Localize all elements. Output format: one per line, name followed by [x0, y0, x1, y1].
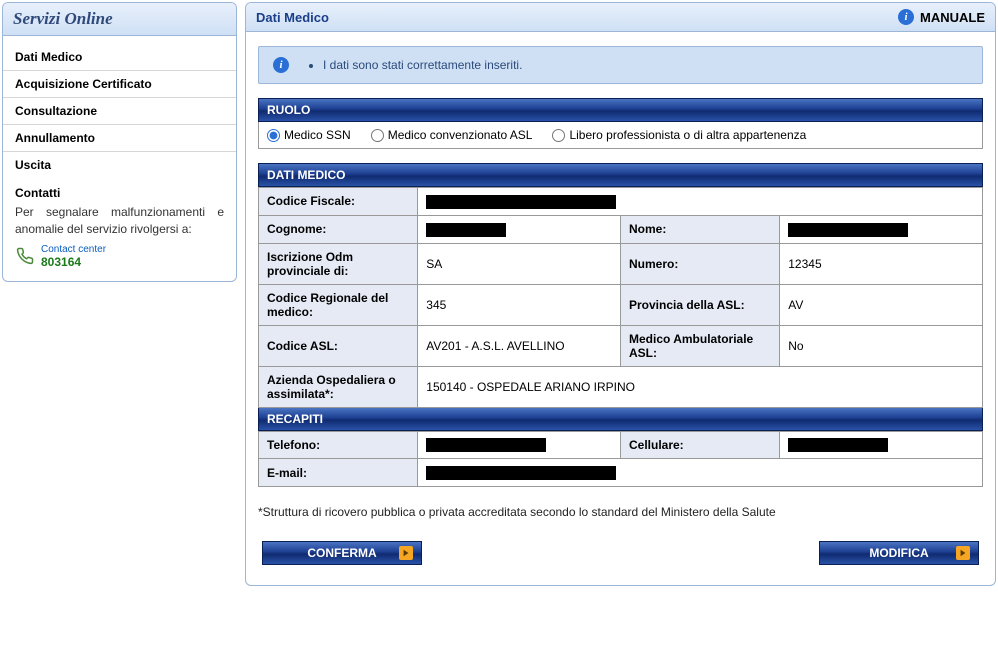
value-email	[418, 459, 983, 487]
contact-line: Contact center 803164	[15, 244, 224, 269]
main-panel: Dati Medico i MANUALE i I dati sono stat…	[245, 2, 996, 586]
row-email: E-mail:	[259, 459, 983, 487]
label-telefono: Telefono:	[259, 431, 418, 459]
ruolo-options: Medico SSN Medico convenzionato ASL Libe…	[258, 122, 983, 149]
row-codice-asl-medico-amb: Codice ASL: AV201 - A.S.L. AVELLINO Medi…	[259, 325, 983, 366]
phone-icon	[15, 245, 35, 267]
ruolo-label-ssn: Medico SSN	[284, 128, 351, 142]
contatti-text: Per segnalare malfunzionamenti e anomali…	[15, 204, 224, 238]
sidebar-item-dati-medico[interactable]: Dati Medico	[3, 44, 236, 71]
ruolo-radio-ssn[interactable]	[267, 129, 280, 142]
sidebar-item-annullamento[interactable]: Annullamento	[3, 125, 236, 152]
info-icon: i	[898, 9, 914, 25]
info-banner-icon: i	[273, 57, 289, 73]
label-provincia-asl: Provincia della ASL:	[620, 284, 779, 325]
row-codice-regionale-provincia: Codice Regionale del medico: 345 Provinc…	[259, 284, 983, 325]
section-dati-medico-header: DATI MEDICO	[258, 163, 983, 187]
redacted-block	[788, 223, 908, 237]
manual-label: MANUALE	[920, 10, 985, 25]
redacted-block	[788, 438, 888, 452]
sidebar-title: Servizi Online	[3, 3, 236, 36]
label-azienda-osp: Azienda Ospedaliera o assimilata*:	[259, 366, 418, 407]
section-ruolo-header: RUOLO	[258, 98, 983, 122]
contatti-heading: Contatti	[15, 186, 224, 200]
ruolo-option-libero[interactable]: Libero professionista o di altra apparte…	[552, 128, 806, 142]
ruolo-label-libero: Libero professionista o di altra apparte…	[569, 128, 806, 142]
label-nome: Nome:	[620, 215, 779, 243]
modifica-label: MODIFICA	[869, 546, 928, 560]
redacted-block	[426, 195, 616, 209]
sidebar-item-uscita[interactable]: Uscita	[3, 152, 236, 178]
row-codice-fiscale: Codice Fiscale:	[259, 188, 983, 216]
row-cognome-nome: Cognome: Nome:	[259, 215, 983, 243]
label-codice-fiscale: Codice Fiscale:	[259, 188, 418, 216]
main-header: Dati Medico i MANUALE	[246, 3, 995, 32]
info-banner: i I dati sono stati correttamente inseri…	[258, 46, 983, 84]
label-iscrizione-odm: Iscrizione Odm provinciale di:	[259, 243, 418, 284]
row-iscrizione-numero: Iscrizione Odm provinciale di: SA Numero…	[259, 243, 983, 284]
ruolo-label-conv: Medico convenzionato ASL	[388, 128, 533, 142]
contact-center-number: 803164	[41, 255, 106, 269]
footnote: *Struttura di ricovero pubblica o privat…	[258, 505, 983, 519]
value-azienda-osp: 150140 - OSPEDALE ARIANO IRPINO	[418, 366, 983, 407]
dati-medico-table: Codice Fiscale: Cognome: Nome: Iscrizion…	[258, 187, 983, 408]
button-row: CONFERMA MODIFICA	[258, 541, 983, 565]
label-medico-amb: Medico Ambulatoriale ASL:	[620, 325, 779, 366]
value-provincia-asl: AV	[780, 284, 983, 325]
value-medico-amb: No	[780, 325, 983, 366]
sidebar-item-acquisizione[interactable]: Acquisizione Certificato	[3, 71, 236, 98]
label-email: E-mail:	[259, 459, 418, 487]
label-codice-asl: Codice ASL:	[259, 325, 418, 366]
redacted-block	[426, 466, 616, 480]
label-cellulare: Cellulare:	[620, 431, 779, 459]
section-recapiti-header: RECAPITI	[258, 408, 983, 431]
modifica-button[interactable]: MODIFICA	[819, 541, 979, 565]
row-azienda-osp: Azienda Ospedaliera o assimilata*: 15014…	[259, 366, 983, 407]
value-codice-asl: AV201 - A.S.L. AVELLINO	[418, 325, 621, 366]
value-numero: 12345	[780, 243, 983, 284]
conferma-button[interactable]: CONFERMA	[262, 541, 422, 565]
page-title: Dati Medico	[256, 10, 329, 25]
label-cognome: Cognome:	[259, 215, 418, 243]
contact-center-label: Contact center	[41, 244, 106, 255]
value-codice-fiscale	[418, 188, 983, 216]
recapiti-table: Telefono: Cellulare: E-mail:	[258, 431, 983, 488]
ruolo-option-medico-ssn[interactable]: Medico SSN	[267, 128, 351, 142]
label-numero: Numero:	[620, 243, 779, 284]
value-iscrizione-odm: SA	[418, 243, 621, 284]
arrow-right-icon	[399, 546, 413, 560]
info-banner-message: I dati sono stati correttamente inseriti…	[323, 58, 522, 72]
ruolo-option-convenzionato[interactable]: Medico convenzionato ASL	[371, 128, 533, 142]
conferma-label: CONFERMA	[307, 546, 376, 560]
redacted-block	[426, 223, 506, 237]
value-telefono	[418, 431, 621, 459]
sidebar-nav: Dati Medico Acquisizione Certificato Con…	[3, 36, 236, 178]
ruolo-radio-conv[interactable]	[371, 129, 384, 142]
value-nome	[780, 215, 983, 243]
ruolo-radio-libero[interactable]	[552, 129, 565, 142]
manual-link[interactable]: i MANUALE	[898, 9, 985, 25]
row-telefono-cellulare: Telefono: Cellulare:	[259, 431, 983, 459]
sidebar-item-consultazione[interactable]: Consultazione	[3, 98, 236, 125]
label-codice-regionale: Codice Regionale del medico:	[259, 284, 418, 325]
value-cognome	[418, 215, 621, 243]
contatti-block: Contatti Per segnalare malfunzionamenti …	[3, 178, 236, 281]
value-codice-regionale: 345	[418, 284, 621, 325]
arrow-right-icon	[956, 546, 970, 560]
redacted-block	[426, 438, 546, 452]
sidebar: Servizi Online Dati Medico Acquisizione …	[2, 2, 237, 282]
value-cellulare	[780, 431, 983, 459]
